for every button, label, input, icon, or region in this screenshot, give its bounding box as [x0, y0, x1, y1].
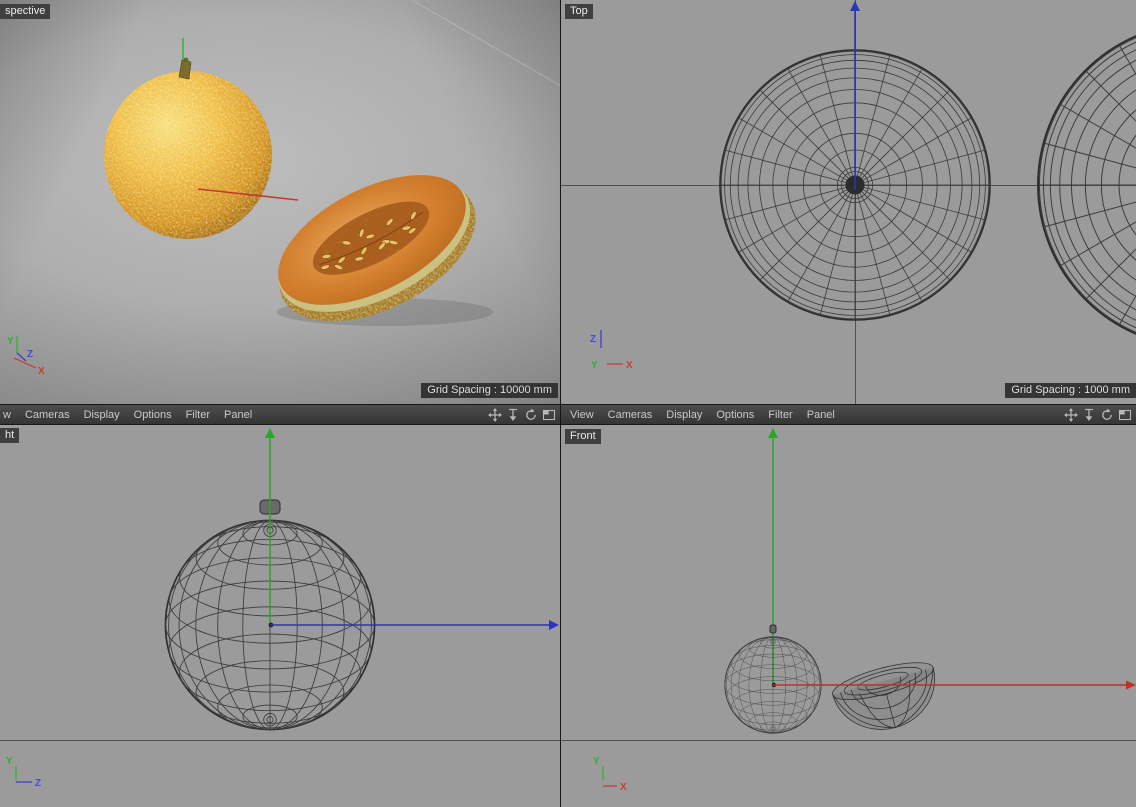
pan-icon[interactable]: [1063, 407, 1078, 422]
menu-cameras[interactable]: Cameras: [25, 409, 70, 421]
gizmo-y-label: Y: [593, 756, 600, 767]
menu-options[interactable]: Options: [716, 409, 754, 421]
viewport-name-badge: Top: [565, 4, 593, 19]
half-melon-wireframe-top: [1037, 22, 1136, 348]
viewport-name-badge: ht: [0, 428, 20, 443]
menu-display[interactable]: Display: [666, 409, 702, 421]
viewport-name-badge: Front: [565, 429, 601, 444]
rotate-icon[interactable]: [1099, 407, 1114, 422]
perspective-scene: [104, 38, 493, 326]
z-axis-handle[interactable]: [268, 618, 560, 632]
viewport-name-badge: spective: [0, 4, 51, 19]
viewport-perspective[interactable]: Y Z X spective Grid Spacing : 10000 mm: [0, 0, 560, 404]
viewport-menubar-left: w Cameras Display Options Filter Panel: [0, 404, 560, 425]
axis-gizmo: Y Z X: [7, 336, 45, 377]
x-axis-handle[interactable]: [771, 678, 1136, 692]
gizmo-x-label: X: [38, 366, 45, 377]
viewport-right[interactable]: Y Z ht: [0, 425, 560, 807]
gizmo-y-label: Y: [7, 336, 14, 347]
quad-viewport-layout: Y Z X spective Grid Spacing : 10000 mm Z…: [0, 0, 1136, 807]
z-axis-handle[interactable]: [848, 0, 862, 192]
gizmo-y-label: Y: [591, 360, 598, 371]
stem-tip: [183, 57, 189, 63]
pan-icon[interactable]: [487, 407, 502, 422]
menu-panel[interactable]: Panel: [807, 409, 835, 421]
y-axis-handle[interactable]: [263, 427, 277, 629]
viewport-toolbar: [487, 407, 557, 422]
zoom-icon[interactable]: [1081, 407, 1096, 422]
viewport-front[interactable]: Y X Front: [561, 425, 1136, 807]
toggle-view-icon[interactable]: [1117, 407, 1132, 422]
gizmo-z-label: Z: [27, 349, 33, 360]
menu-options[interactable]: Options: [134, 409, 172, 421]
grid-spacing-label: Grid Spacing : 1000 mm: [1005, 383, 1136, 398]
menu-filter[interactable]: Filter: [768, 409, 792, 421]
menu-view[interactable]: w: [3, 409, 11, 421]
melon-whole[interactable]: [104, 57, 272, 239]
axis-gizmo: Z Y X: [590, 330, 633, 371]
gizmo-x-label: X: [626, 360, 633, 371]
zoom-icon[interactable]: [505, 407, 520, 422]
gizmo-z-label: Z: [35, 778, 41, 789]
grid-spacing-label: Grid Spacing : 10000 mm: [421, 383, 558, 398]
axis-gizmo: Y X: [593, 756, 627, 793]
stem-wireframe: [769, 624, 777, 634]
viewport-top[interactable]: Z Y X Top Grid Spacing : 1000 mm: [561, 0, 1136, 404]
ground-line: [561, 740, 1136, 741]
menu-display[interactable]: Display: [84, 409, 120, 421]
menu-filter[interactable]: Filter: [186, 409, 210, 421]
axis-gizmo: Y Z: [6, 756, 41, 789]
viewport-toolbar: [1063, 407, 1133, 422]
viewport-menubar-right: View Cameras Display Options Filter Pane…: [561, 404, 1136, 425]
gizmo-x-label: X: [620, 782, 627, 793]
menu-cameras[interactable]: Cameras: [608, 409, 653, 421]
gizmo-z-label: Z: [590, 334, 596, 345]
menu-view[interactable]: View: [570, 409, 594, 421]
gizmo-y-label: Y: [6, 756, 13, 767]
ground-line: [0, 740, 560, 741]
rotate-icon[interactable]: [523, 407, 538, 422]
menu-panel[interactable]: Panel: [224, 409, 252, 421]
toggle-view-icon[interactable]: [541, 407, 556, 422]
melon-stem: [178, 59, 192, 80]
